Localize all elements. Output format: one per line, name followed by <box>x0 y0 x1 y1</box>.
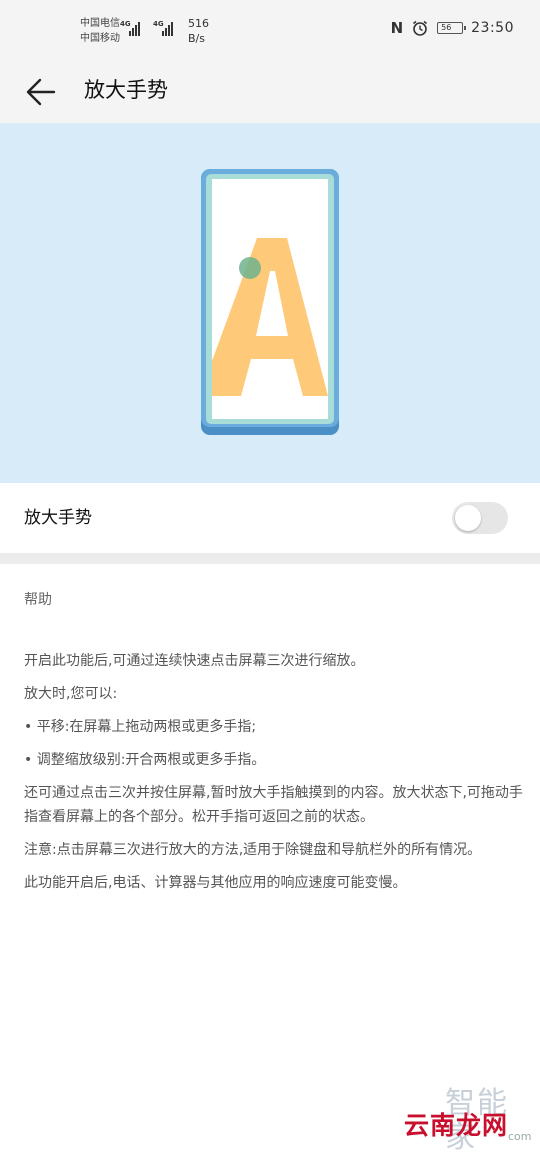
carrier-labels: 中国电信 中国移动 <box>80 16 120 46</box>
status-time: 23:50 <box>471 20 514 36</box>
page-title: 放大手势 <box>84 78 168 102</box>
touch-point-icon <box>239 257 261 279</box>
magnify-gesture-label: 放大手势 <box>24 508 92 528</box>
battery-level: 56 <box>441 23 452 32</box>
title-bar: 放大手势 <box>0 60 540 123</box>
status-bar: 中国电信 中国移动 4G 4G 516 B/s N 56 23:50 <box>0 0 540 60</box>
signal-1-icon <box>129 20 140 36</box>
back-arrow-icon <box>26 78 56 106</box>
illustration-panel <box>0 123 540 483</box>
help-paragraph: 注意:点击屏幕三次进行放大的方法,适用于除键盘和导航栏外的所有情况。 <box>24 842 482 858</box>
carrier-1-label: 中国电信 <box>80 18 120 29</box>
network-speed-value: 516 <box>188 17 209 30</box>
magnify-gesture-toggle[interactable] <box>452 502 508 534</box>
section-divider <box>0 553 540 564</box>
toggle-knob <box>455 505 481 531</box>
help-paragraph: 开启此功能后,可通过连续快速点击屏幕三次进行缩放。 <box>24 653 365 669</box>
signal-2-icon <box>162 20 173 36</box>
help-title: 帮助 <box>24 592 52 608</box>
alarm-icon <box>413 20 428 36</box>
carrier-2-label: 中国移动 <box>80 33 120 44</box>
magnify-gesture-row[interactable]: 放大手势 <box>0 483 540 553</box>
help-paragraph: 还可通过点击三次并按住屏幕,暂时放大手指触摸到的内容。放大状态下,可拖动手指查看… <box>24 785 523 825</box>
phone-illustration <box>201 169 339 435</box>
network-speed-unit: B/s <box>188 32 205 45</box>
help-section: 帮助 开启此功能后,可通过连续快速点击屏幕三次进行缩放。 放大时,您可以: • … <box>24 588 524 904</box>
network-speed: 516 B/s <box>188 16 209 46</box>
back-button[interactable] <box>22 72 62 112</box>
help-paragraph: 放大时,您可以: <box>24 686 118 702</box>
nfc-icon: N <box>390 19 404 37</box>
help-paragraph: • 调整缩放级别:开合两根或更多手指。 <box>24 752 266 768</box>
battery-icon: 56 <box>437 22 467 34</box>
help-paragraph: • 平移:在屏幕上拖动两根或更多手指; <box>24 719 257 735</box>
help-paragraph: 此功能开启后,电话、计算器与其他应用的响应速度可能变慢。 <box>24 875 407 891</box>
watermark-line-3: com <box>508 1130 532 1143</box>
watermark-line-2: 云南龙网 <box>404 1111 509 1140</box>
